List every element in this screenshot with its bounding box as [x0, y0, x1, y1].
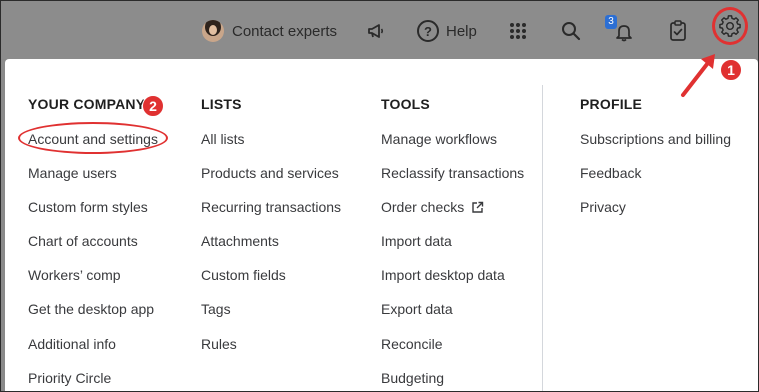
menu-item-reconcile[interactable]: Reconcile	[381, 336, 442, 352]
gear-highlight-circle	[712, 7, 748, 45]
account-settings-highlight-oval	[18, 122, 168, 154]
menu-item-rules[interactable]: Rules	[201, 336, 237, 352]
menu-item-chart-of-accounts[interactable]: Chart of accounts	[28, 233, 138, 249]
settings-dropdown-menu: YOUR COMPANY Account and settings Manage…	[5, 59, 758, 391]
menu-item-get-the-desktop-app[interactable]: Get the desktop app	[28, 301, 154, 317]
screenshot-frame: Contact experts ? Help 3 YOUR COMPANY Ac…	[0, 0, 759, 392]
help-button[interactable]: ? Help	[417, 17, 477, 45]
menu-item-import-desktop-data[interactable]: Import desktop data	[381, 267, 505, 283]
order-checks-label: Order checks	[381, 199, 465, 215]
menu-item-order-checks[interactable]: Order checks	[381, 199, 484, 215]
menu-item-products-and-services[interactable]: Products and services	[201, 165, 339, 181]
column-divider	[542, 85, 543, 391]
top-navigation-bar: Contact experts ? Help 3	[1, 1, 758, 59]
menu-item-export-data[interactable]: Export data	[381, 301, 453, 317]
search-icon[interactable]	[557, 17, 585, 45]
menu-item-manage-users[interactable]: Manage users	[28, 165, 117, 181]
menu-item-privacy[interactable]: Privacy	[580, 199, 626, 215]
lists-heading: LISTS	[201, 96, 242, 112]
contact-experts-button[interactable]: Contact experts	[202, 17, 337, 45]
menu-item-manage-workflows[interactable]: Manage workflows	[381, 131, 497, 147]
notifications-count-badge: 3	[605, 15, 617, 29]
external-link-icon	[472, 201, 484, 213]
contact-experts-label: Contact experts	[232, 22, 338, 40]
menu-item-feedback[interactable]: Feedback	[580, 165, 641, 181]
step-2-badge: 2	[142, 95, 164, 117]
menu-item-import-data[interactable]: Import data	[381, 233, 452, 249]
tools-heading: TOOLS	[381, 96, 430, 112]
help-icon: ?	[417, 20, 439, 42]
your-company-heading: YOUR COMPANY	[28, 96, 146, 112]
menu-item-reclassify-transactions[interactable]: Reclassify transactions	[381, 165, 524, 181]
menu-item-custom-form-styles[interactable]: Custom form styles	[28, 199, 148, 215]
menu-item-all-lists[interactable]: All lists	[201, 131, 245, 147]
menu-item-budgeting[interactable]: Budgeting	[381, 370, 444, 386]
menu-item-workers-comp[interactable]: Workers’ comp	[28, 267, 121, 283]
expert-avatar	[202, 20, 224, 42]
menu-item-tags[interactable]: Tags	[201, 301, 231, 317]
menu-item-custom-fields[interactable]: Custom fields	[201, 267, 286, 283]
menu-item-subscriptions-and-billing[interactable]: Subscriptions and billing	[580, 131, 731, 147]
menu-item-attachments[interactable]: Attachments	[201, 233, 279, 249]
menu-item-recurring-transactions[interactable]: Recurring transactions	[201, 199, 341, 215]
step-1-badge: 1	[720, 59, 742, 81]
help-label: Help	[446, 22, 477, 40]
menu-item-priority-circle[interactable]: Priority Circle	[28, 370, 111, 386]
apps-grid-icon[interactable]	[504, 17, 532, 45]
profile-heading: PROFILE	[580, 96, 643, 112]
megaphone-icon[interactable]	[362, 17, 390, 45]
menu-item-additional-info[interactable]: Additional info	[28, 336, 116, 352]
